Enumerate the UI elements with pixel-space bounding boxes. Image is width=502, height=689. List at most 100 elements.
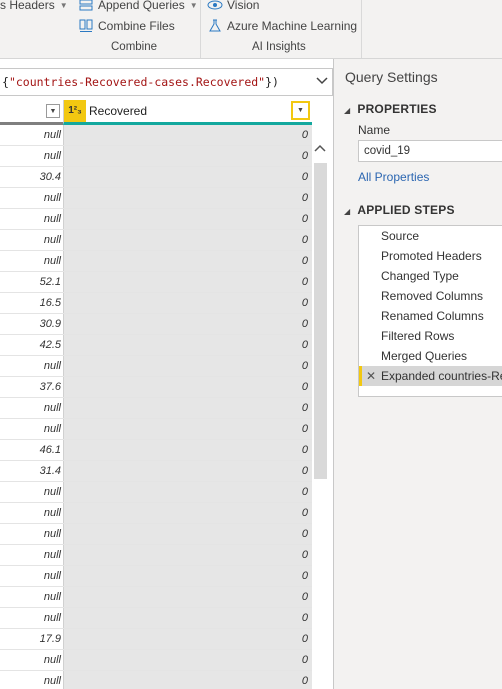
table-row[interactable]: null 0 xyxy=(0,545,312,566)
applied-step-item[interactable]: Filtered Rows xyxy=(359,326,502,346)
cell-previous-column[interactable]: 30.4 xyxy=(0,167,63,187)
cell-previous-column[interactable]: 30.9 xyxy=(0,314,63,334)
cell-previous-column[interactable]: null xyxy=(0,146,63,166)
applied-step-item[interactable]: Merged Queries xyxy=(359,346,502,366)
chevron-up-icon[interactable] xyxy=(314,141,326,155)
cell-recovered[interactable]: 0 xyxy=(63,461,312,481)
table-row[interactable]: null 0 xyxy=(0,188,312,209)
cell-recovered[interactable]: 0 xyxy=(63,230,312,250)
table-row[interactable]: 30.9 0 xyxy=(0,314,312,335)
cell-recovered[interactable]: 0 xyxy=(63,671,312,689)
table-row[interactable]: null 0 xyxy=(0,419,312,440)
table-row[interactable]: null 0 xyxy=(0,671,312,689)
cell-recovered[interactable]: 0 xyxy=(63,377,312,397)
cell-recovered[interactable]: 0 xyxy=(63,293,312,313)
cell-previous-column[interactable]: null xyxy=(0,671,63,689)
cell-previous-column[interactable]: 31.4 xyxy=(0,461,63,481)
cell-previous-column[interactable]: 17.9 xyxy=(0,629,63,649)
table-row[interactable]: null 0 xyxy=(0,125,312,146)
table-row[interactable]: null 0 xyxy=(0,524,312,545)
cell-previous-column[interactable]: 46.1 xyxy=(0,440,63,460)
cell-recovered[interactable]: 0 xyxy=(63,335,312,355)
cell-recovered[interactable]: 0 xyxy=(63,419,312,439)
applied-step-item[interactable]: Source xyxy=(359,226,502,246)
cell-previous-column[interactable]: null xyxy=(0,188,63,208)
cell-previous-column[interactable]: null xyxy=(0,209,63,229)
cell-previous-column[interactable]: null xyxy=(0,503,63,523)
cell-previous-column[interactable]: 37.6 xyxy=(0,377,63,397)
formula-text[interactable]: {"countries-Recovered-cases.Recovered"}) xyxy=(2,75,279,89)
table-row[interactable]: 46.1 0 xyxy=(0,440,312,461)
cell-previous-column[interactable]: null xyxy=(0,587,63,607)
vision-button[interactable]: Vision xyxy=(207,0,259,14)
applied-step-item[interactable]: Removed Columns xyxy=(359,286,502,306)
cell-recovered[interactable]: 0 xyxy=(63,524,312,544)
cell-recovered[interactable]: 0 xyxy=(63,587,312,607)
formula-bar[interactable]: {"countries-Recovered-cases.Recovered"}) xyxy=(0,68,333,96)
table-row[interactable]: null 0 xyxy=(0,650,312,671)
cell-previous-column[interactable]: null xyxy=(0,125,63,145)
table-row[interactable]: null 0 xyxy=(0,146,312,167)
table-row[interactable]: 52.1 0 xyxy=(0,272,312,293)
applied-step-item[interactable]: Changed Type xyxy=(359,266,502,286)
table-row[interactable]: null 0 xyxy=(0,398,312,419)
cell-recovered[interactable]: 0 xyxy=(63,482,312,502)
cell-recovered[interactable]: 0 xyxy=(63,146,312,166)
table-row[interactable]: 16.5 0 xyxy=(0,293,312,314)
cell-previous-column[interactable]: null xyxy=(0,545,63,565)
vertical-scrollbar[interactable] xyxy=(312,125,329,689)
column-filter-chevron-down-icon[interactable]: ▼ xyxy=(291,101,310,120)
cell-recovered[interactable]: 0 xyxy=(63,608,312,628)
cell-recovered[interactable]: 0 xyxy=(63,272,312,292)
cell-recovered[interactable]: 0 xyxy=(63,566,312,586)
table-row[interactable]: null 0 xyxy=(0,587,312,608)
table-row[interactable]: 42.5 0 xyxy=(0,335,312,356)
table-row[interactable]: null 0 xyxy=(0,566,312,587)
cell-recovered[interactable]: 0 xyxy=(63,209,312,229)
close-icon[interactable]: ✕ xyxy=(366,366,376,386)
column-header-previous[interactable]: ▼ xyxy=(0,100,63,125)
applied-step-item[interactable]: ✕ Expanded countries-Re xyxy=(359,366,502,386)
cell-previous-column[interactable]: null xyxy=(0,398,63,418)
cell-previous-column[interactable]: null xyxy=(0,419,63,439)
cell-recovered[interactable]: 0 xyxy=(63,503,312,523)
all-properties-link[interactable]: All Properties xyxy=(358,170,429,184)
table-row[interactable]: null 0 xyxy=(0,482,312,503)
table-row[interactable]: null 0 xyxy=(0,209,312,230)
cell-previous-column[interactable]: null xyxy=(0,356,63,376)
table-row[interactable]: null 0 xyxy=(0,356,312,377)
query-name-input[interactable]: covid_19 xyxy=(358,140,502,162)
cell-recovered[interactable]: 0 xyxy=(63,440,312,460)
cell-previous-column[interactable]: null xyxy=(0,566,63,586)
cell-previous-column[interactable]: null xyxy=(0,608,63,628)
cell-recovered[interactable]: 0 xyxy=(63,545,312,565)
cell-recovered[interactable]: 0 xyxy=(63,650,312,670)
combine-files-button[interactable]: Combine Files xyxy=(78,17,175,35)
cell-previous-column[interactable]: 42.5 xyxy=(0,335,63,355)
cell-previous-column[interactable]: null xyxy=(0,230,63,250)
properties-section-header[interactable]: ◢ PROPERTIES xyxy=(344,102,437,116)
applied-steps-section-header[interactable]: ◢ APPLIED STEPS xyxy=(344,203,455,217)
cell-recovered[interactable]: 0 xyxy=(63,167,312,187)
formula-expand-chevron-down-icon[interactable] xyxy=(316,73,328,88)
table-row[interactable]: 37.6 0 xyxy=(0,377,312,398)
cell-previous-column[interactable]: 52.1 xyxy=(0,272,63,292)
applied-step-item[interactable]: Renamed Columns xyxy=(359,306,502,326)
use-headers-button[interactable]: s Headers ▼ xyxy=(0,0,68,14)
table-row[interactable]: null 0 xyxy=(0,503,312,524)
cell-recovered[interactable]: 0 xyxy=(63,188,312,208)
azure-ml-button[interactable]: Azure Machine Learning xyxy=(207,17,357,35)
cell-recovered[interactable]: 0 xyxy=(63,356,312,376)
cell-recovered[interactable]: 0 xyxy=(63,629,312,649)
cell-previous-column[interactable]: null xyxy=(0,524,63,544)
cell-recovered[interactable]: 0 xyxy=(63,314,312,334)
table-row[interactable]: null 0 xyxy=(0,230,312,251)
scrollbar-thumb[interactable] xyxy=(314,163,327,479)
cell-previous-column[interactable]: null xyxy=(0,650,63,670)
table-row[interactable]: 30.4 0 xyxy=(0,167,312,188)
type-badge-number[interactable]: 1²₃ xyxy=(64,100,86,122)
table-row[interactable]: 31.4 0 xyxy=(0,461,312,482)
table-row[interactable]: null 0 xyxy=(0,251,312,272)
chevron-down-icon[interactable]: ▼ xyxy=(46,104,60,118)
cell-previous-column[interactable]: 16.5 xyxy=(0,293,63,313)
